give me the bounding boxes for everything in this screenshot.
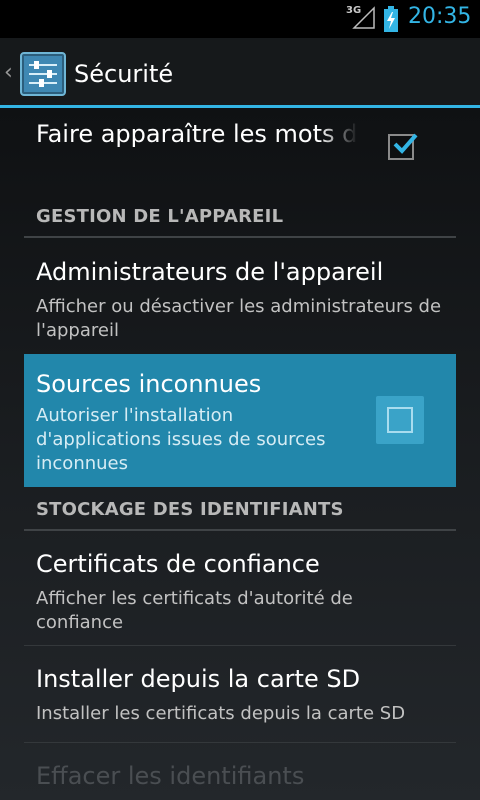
section-header-device-admin: GESTION DE L'APPAREIL xyxy=(24,204,456,238)
show-passwords-item[interactable]: Faire apparaître les mots de passe xyxy=(0,108,480,196)
page-title: Sécurité xyxy=(74,60,174,88)
unknown-sources-item[interactable]: Sources inconnues Autoriser l'installati… xyxy=(24,354,456,487)
list-divider xyxy=(24,742,456,743)
settings-list[interactable]: Faire apparaître les mots de passe GESTI… xyxy=(0,108,480,800)
device-administrators-title: Administrateurs de l'appareil xyxy=(36,258,384,286)
install-from-sd-summary: Installer les certificats depuis la cart… xyxy=(36,703,406,724)
unknown-sources-checkbox-container xyxy=(376,396,424,444)
action-bar: ‹ Sécurité xyxy=(0,38,480,108)
unknown-sources-checkbox[interactable] xyxy=(387,407,413,433)
clock: 20:35 xyxy=(408,4,472,29)
settings-sliders-icon[interactable] xyxy=(20,52,66,96)
clear-credentials-item: Effacer les identifiants xyxy=(24,750,456,800)
install-from-sd-title: Installer depuis la carte SD xyxy=(36,665,361,693)
device-administrators-summary: Afficher ou désactiver les administrateu… xyxy=(36,296,442,341)
unknown-sources-summary: Autoriser l'installation d'applications … xyxy=(36,405,326,474)
clear-credentials-title: Effacer les identifiants xyxy=(36,762,305,790)
status-bar: 3G 20:35 xyxy=(0,0,480,38)
section-header-label: STOCKAGE DES IDENTIFIANTS xyxy=(36,499,344,520)
checkmark-icon xyxy=(393,133,418,154)
battery-charging-icon xyxy=(384,6,398,32)
show-passwords-checkbox[interactable] xyxy=(388,133,418,160)
show-passwords-title: Faire apparaître les mots de passe xyxy=(36,120,358,148)
trusted-credentials-item[interactable]: Certificats de confiance Afficher les ce… xyxy=(24,538,456,642)
section-header-label: GESTION DE L'APPAREIL xyxy=(36,206,284,227)
trusted-credentials-summary: Afficher les certificats d'autorité de c… xyxy=(36,588,353,633)
section-header-credential-storage: STOCKAGE DES IDENTIFIANTS xyxy=(24,497,456,531)
unknown-sources-title: Sources inconnues xyxy=(36,370,262,398)
install-from-sd-item[interactable]: Installer depuis la carte SD Installer l… xyxy=(24,653,456,741)
signal-icon xyxy=(352,6,375,29)
device-administrators-item[interactable]: Administrateurs de l'appareil Afficher o… xyxy=(24,246,456,350)
trusted-credentials-title: Certificats de confiance xyxy=(36,550,320,578)
up-chevron-icon[interactable]: ‹ xyxy=(4,60,13,85)
list-divider xyxy=(24,645,456,646)
